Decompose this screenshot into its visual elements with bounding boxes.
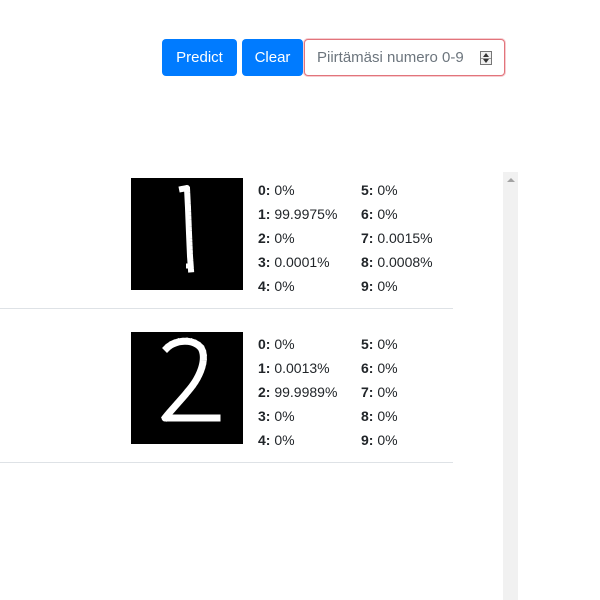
digit-one-drawing — [178, 185, 195, 274]
page: Predict Clear 0: 0% 1: 99.9975% 2: 0% 3:… — [0, 0, 600, 600]
probability-item: 8: 0.0008% — [361, 254, 433, 270]
vertical-scrollbar[interactable] — [503, 172, 518, 600]
probability-item: 2: 0% — [258, 230, 295, 246]
probability-item: 2: 99.9989% — [258, 384, 338, 400]
prediction-list: 0: 0% 1: 99.9975% 2: 0% 3: 0.0001% 4: 0%… — [0, 155, 453, 463]
spinner-up-icon[interactable] — [483, 53, 489, 57]
probability-item: 6: 0% — [361, 360, 398, 376]
digit-number-input[interactable] — [305, 40, 480, 75]
probability-item: 7: 0% — [361, 384, 398, 400]
probability-item: 8: 0% — [361, 408, 398, 424]
probability-item: 3: 0% — [258, 408, 295, 424]
probability-item: 9: 0% — [361, 432, 398, 448]
prediction-row: 0: 0% 1: 99.9975% 2: 0% 3: 0.0001% 4: 0%… — [0, 155, 453, 309]
number-spinner-icon[interactable] — [480, 51, 492, 65]
probability-item: 0: 0% — [258, 182, 295, 198]
spinner-down-icon[interactable] — [483, 59, 489, 63]
probability-item: 1: 99.9975% — [258, 206, 338, 222]
predict-button[interactable]: Predict — [162, 39, 237, 76]
clear-button[interactable]: Clear — [242, 39, 303, 76]
probability-item: 6: 0% — [361, 206, 398, 222]
digit-two-drawing — [161, 337, 221, 422]
probability-item: 4: 0% — [258, 432, 295, 448]
prediction-row: 0: 0% 1: 0.0013% 2: 99.9989% 3: 0% 4: 0%… — [0, 309, 453, 463]
probability-item: 5: 0% — [361, 182, 398, 198]
probability-item: 4: 0% — [258, 278, 295, 294]
probability-item: 5: 0% — [361, 336, 398, 352]
probability-item: 9: 0% — [361, 278, 398, 294]
drawn-digit-image — [131, 178, 243, 290]
probability-item: 0: 0% — [258, 336, 295, 352]
probability-item: 1: 0.0013% — [258, 360, 330, 376]
probability-item: 7: 0.0015% — [361, 230, 433, 246]
probability-item: 3: 0.0001% — [258, 254, 330, 270]
drawn-digit-image — [131, 332, 243, 444]
scroll-up-arrow-icon[interactable] — [507, 178, 515, 182]
digit-number-field[interactable] — [304, 39, 505, 76]
